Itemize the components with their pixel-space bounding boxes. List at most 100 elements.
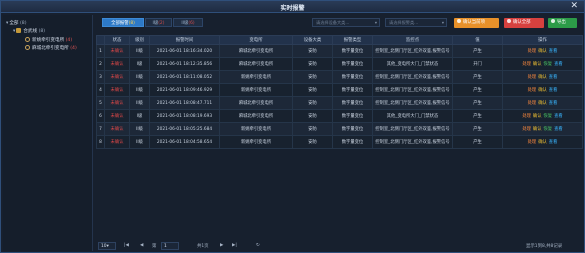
column-header[interactable]: 报警类型: [332, 35, 373, 45]
device-cell: 安防: [292, 44, 333, 58]
handle-link[interactable]: 处理: [528, 88, 537, 93]
tree-node-station[interactable]: 麻城北牵引变电所 (4): [25, 45, 77, 51]
time-cell: 2021-06-01 18:16:34.020: [149, 44, 220, 58]
record-summary: 显示1到8,共8记录: [526, 244, 563, 249]
last-page-icon[interactable]: ▶|: [232, 243, 237, 248]
first-page-icon[interactable]: |◀: [124, 243, 129, 248]
handle-link[interactable]: 处理: [528, 101, 537, 106]
handle-link[interactable]: 处理: [522, 114, 531, 119]
confirm-link[interactable]: 确认: [533, 62, 542, 67]
table-row[interactable]: 8 未确认 II级 2021-06-01 18:04:58.654 新姚牵引变电所 安防数…: [96, 135, 583, 149]
view-link[interactable]: 查看: [549, 88, 558, 93]
status-cell: 未确认: [104, 109, 130, 123]
status-cell: 未确认: [104, 57, 130, 71]
view-link[interactable]: 查看: [554, 62, 563, 67]
status-cell: 未确认: [104, 70, 130, 84]
status-cell: 未确认: [104, 83, 130, 97]
prev-page-icon[interactable]: ◀: [140, 243, 143, 248]
value-cell: 产生: [452, 135, 503, 149]
view-link[interactable]: 查看: [554, 127, 563, 132]
select-placeholder: 请选择报警类...: [389, 20, 419, 25]
confirm-link[interactable]: 确认: [538, 75, 547, 80]
toolbar: 全部报警(8) I级(2) II级(6) 请选择设备大类... ▾ 请选择报警类.…: [96, 18, 582, 28]
handle-link[interactable]: 处理: [522, 62, 531, 67]
view-link[interactable]: 查看: [549, 49, 558, 54]
ops-cell: 处理 确认 查看: [502, 70, 583, 84]
tab-count: (2): [158, 21, 165, 26]
restore-link[interactable]: 恢复: [544, 62, 553, 67]
tab-level-1[interactable]: I级(2): [145, 18, 172, 27]
time-cell: 2021-06-01 18:09:46.929: [149, 83, 220, 97]
row-index: 5: [96, 96, 105, 110]
tree-node-station[interactable]: 新姚牵引变电所 (4): [25, 37, 72, 43]
table-row[interactable]: 3 未确认 II级 2021-06-01 18:11:08.052 新姚牵引变电所 安防数…: [96, 70, 583, 84]
tab-all-alarms[interactable]: 全部报警(8): [102, 18, 144, 27]
column-header: [96, 35, 105, 45]
status-cell: 未确认: [104, 96, 130, 110]
level-cell: II级: [129, 44, 150, 58]
handle-link[interactable]: 处理: [528, 49, 537, 54]
device-cell: 安防: [292, 96, 333, 110]
view-link[interactable]: 查看: [549, 140, 558, 145]
confirm-link[interactable]: 确认: [533, 127, 542, 132]
column-header[interactable]: 级别: [129, 35, 150, 45]
ops-cell: 处理 确认 查看: [502, 44, 583, 58]
ops-cell: 处理 确认 恢复 查看: [502, 57, 583, 71]
refresh-icon[interactable]: ↻: [256, 243, 260, 248]
confirm-link[interactable]: 确认: [538, 88, 547, 93]
type-cell: 数字量变位: [332, 135, 373, 149]
button-label: 确认当前项: [463, 20, 485, 25]
tab-level-2[interactable]: II级(6): [173, 18, 203, 27]
next-page-icon[interactable]: ▶: [220, 243, 223, 248]
close-icon[interactable]: ✕: [570, 1, 578, 12]
check-icon: [457, 19, 461, 23]
tree-node-line[interactable]: ▾ 合武线 (8): [13, 28, 45, 34]
alarm-table: 状态 级别 报警时间 变电所 设备大类 报警类型 监控点 值 操作 1 未确认 II…: [96, 35, 583, 149]
confirm-link[interactable]: 确认: [538, 140, 547, 145]
view-link[interactable]: 查看: [554, 114, 563, 119]
table-row[interactable]: 2 未确认 I级 2021-06-01 18:12:35.856 麻城北牵引变电所 安防数…: [96, 57, 583, 71]
column-header[interactable]: 变电所: [219, 35, 293, 45]
page-number-input[interactable]: 1: [161, 242, 179, 250]
column-header[interactable]: 值: [452, 35, 503, 45]
handle-link[interactable]: 处理: [528, 75, 537, 80]
column-header[interactable]: 报警时间: [149, 35, 220, 45]
collapse-icon[interactable]: ▾: [6, 21, 8, 26]
table-row[interactable]: 4 未确认 II级 2021-06-01 18:09:46.929 新姚牵引变电所 安防数…: [96, 83, 583, 97]
collapse-icon[interactable]: ▾: [13, 29, 15, 34]
tree-node-all[interactable]: ▾全部 (8): [6, 20, 27, 26]
table-row[interactable]: 1 未确认 II级 2021-06-01 18:16:34.020 麻城北牵引变电所 安防…: [96, 44, 583, 58]
view-link[interactable]: 查看: [549, 75, 558, 80]
column-header[interactable]: 监控点: [372, 35, 453, 45]
handle-link[interactable]: 处理: [528, 140, 537, 145]
device-type-select[interactable]: 请选择设备大类... ▾: [312, 18, 380, 27]
confirm-link[interactable]: 确认: [538, 101, 547, 106]
export-button[interactable]: 导出: [548, 18, 577, 28]
chevron-down-icon: ▾: [374, 20, 377, 25]
value-cell: 产生: [452, 96, 503, 110]
table-row[interactable]: 5 未确认 II级 2021-06-01 18:08:47.711 麻城北牵引变电所 安防…: [96, 96, 583, 110]
alarm-type-select[interactable]: 请选择报警类... ▾: [385, 18, 447, 27]
restore-link[interactable]: 恢复: [544, 114, 553, 119]
point-cell: 其他_变电所大门_门禁状态: [372, 57, 453, 71]
type-cell: 数字量变位: [332, 70, 373, 84]
point-cell: 控制室_北侧门厅区_红外双鉴,报警信号: [372, 83, 453, 97]
ops-cell: 处理 确认 查看: [502, 96, 583, 110]
view-link[interactable]: 查看: [549, 101, 558, 106]
confirm-current-button[interactable]: 确认当前项: [454, 18, 499, 28]
tree-node-label: 新姚牵引变电所: [32, 38, 65, 43]
table-row[interactable]: 7 未确认 II级 2021-06-01 18:05:25.684 新姚牵引变电所 安防数…: [96, 122, 583, 136]
restore-link[interactable]: 恢复: [544, 127, 553, 132]
chevron-down-icon: ▾: [441, 20, 444, 25]
confirm-link[interactable]: 确认: [538, 49, 547, 54]
confirm-all-button[interactable]: 确认全部: [504, 18, 544, 28]
station-tree: ▾全部 (8) ▾ 合武线 (8) 新姚牵引变电所 (4) 麻城北牵引变电所 (4…: [3, 15, 93, 251]
column-header[interactable]: 设备大类: [292, 35, 333, 45]
table-row[interactable]: 6 未确认 I级 2021-06-01 18:08:19.693 麻城北牵引变电所 安防数…: [96, 109, 583, 123]
confirm-link[interactable]: 确认: [533, 114, 542, 119]
value-cell: 产生: [452, 70, 503, 84]
column-header[interactable]: 状态: [104, 35, 130, 45]
handle-link[interactable]: 处理: [522, 127, 531, 132]
tree-node-count: (8): [19, 21, 27, 26]
page-size-select[interactable]: 10▾: [98, 242, 116, 250]
